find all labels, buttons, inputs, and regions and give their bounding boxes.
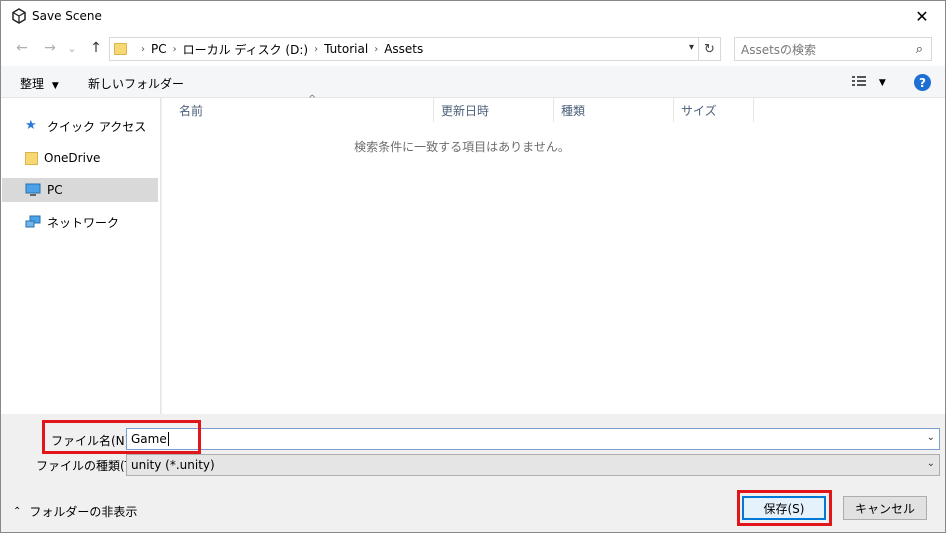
search-placeholder: Assetsの検索 [741,42,817,57]
unity-logo-icon [12,8,26,24]
sidebar-item-quick-access[interactable]: ★ クイック アクセス [2,114,158,138]
help-icon: ? [919,75,926,90]
sort-ascending-icon: ^ [308,94,317,105]
empty-message: 検索条件に一致する項目はありません。 [354,140,570,154]
file-list: 名前 ^ 更新日時 種類 サイズ 検索条件に一致する項目はありません。 [162,94,945,414]
forward-button[interactable]: → [41,38,59,58]
column-header-date[interactable]: 更新日時 [434,98,554,122]
column-header-size[interactable]: サイズ [674,98,754,122]
column-header-type[interactable]: 種類 [554,98,674,122]
close-icon: ✕ [915,7,929,26]
sidebar-item-label: ネットワーク [47,215,120,230]
chevron-up-icon: ⌃ [13,506,22,517]
address-dropdown-icon[interactable]: ▾ [689,42,694,53]
chevron-down-icon: ▼ [878,78,886,88]
breadcrumb-item[interactable]: Tutorial [324,42,368,56]
folder-icon [25,151,38,165]
filename-field[interactable]: Game ⌄ [126,428,940,450]
hide-folders-label: フォルダーの非表示 [29,505,138,519]
highlight-box [42,420,201,454]
chevron-down-icon: ▼ [51,81,59,91]
breadcrumb-chevron-icon: › [141,43,145,55]
network-icon [25,215,41,228]
breadcrumb-item[interactable]: PC [151,42,167,56]
breadcrumb-chevron-icon: › [314,43,319,55]
refresh-icon: ↻ [704,41,715,57]
new-folder-button[interactable]: 新しいフォルダー [88,75,184,92]
folder-icon [114,43,127,55]
search-input[interactable]: Assetsの検索 ⌕ [734,37,932,61]
up-button[interactable]: ↑ [87,38,105,58]
up-arrow-icon: ↑ [90,40,102,56]
search-icon: ⌕ [915,42,923,57]
sidebar-item-onedrive[interactable]: OneDrive [2,146,158,170]
star-icon: ★ [25,118,37,133]
chevron-down-icon: ⌄ [926,458,935,469]
back-button[interactable]: ← [13,38,31,58]
organize-menu[interactable]: 整理 ▼ [20,75,59,92]
save-dialog: Save Scene ✕ ← → ⌄ ↑ › PC › ローカル ディスク (D… [0,0,946,533]
navigation-pane: ★ クイック アクセス OneDrive PC ネットワーク [1,98,161,414]
forward-arrow-icon: → [44,40,56,56]
help-button[interactable]: ? [914,74,931,91]
back-arrow-icon: ← [16,40,28,56]
sidebar-item-network[interactable]: ネットワーク [2,210,158,234]
sidebar-item-label: クイック アクセス [47,119,147,134]
chevron-down-icon: ⌄ [67,41,77,55]
sidebar-item-label: PC [47,183,63,197]
view-options-button[interactable]: ▼ [851,74,886,91]
sidebar-item-pc[interactable]: PC [2,178,158,202]
filetype-value: unity (*.unity) [131,458,215,472]
close-button[interactable]: ✕ [899,1,945,32]
hide-folders-toggle[interactable]: ⌃ フォルダーの非表示 [13,503,137,520]
breadcrumb-chevron-icon: › [172,43,177,55]
chevron-down-icon[interactable]: ⌄ [927,432,935,443]
navigation-bar: ← → ⌄ ↑ › PC › ローカル ディスク (D:) › Tutorial… [1,32,945,66]
column-header-name[interactable]: 名前 ^ [172,94,434,122]
address-bar[interactable]: › PC › ローカル ディスク (D:) › Tutorial › Asset… [109,37,699,61]
filetype-select[interactable]: unity (*.unity) ⌄ [126,454,940,476]
command-toolbar: 整理 ▼ 新しいフォルダー ▼ ? [1,66,945,98]
window-title: Save Scene [32,9,102,23]
sidebar-item-label: OneDrive [44,151,101,165]
breadcrumb-item[interactable]: Assets [384,42,423,56]
pc-icon [25,183,41,196]
cancel-button[interactable]: キャンセル [843,496,927,520]
save-form: ファイル名(N): Game ⌄ ファイルの種類(T): unity (*.un… [1,414,945,532]
refresh-button[interactable]: ↻ [699,37,721,61]
organize-label: 整理 [20,77,45,91]
recent-locations-button[interactable]: ⌄ [65,38,79,58]
highlight-box [737,490,832,526]
breadcrumb-item[interactable]: ローカル ディスク (D:) [183,41,308,58]
details-view-icon [852,76,866,86]
new-folder-label: 新しいフォルダー [88,77,185,91]
title-bar: Save Scene ✕ [1,1,945,32]
breadcrumb-chevron-icon: › [374,43,379,55]
